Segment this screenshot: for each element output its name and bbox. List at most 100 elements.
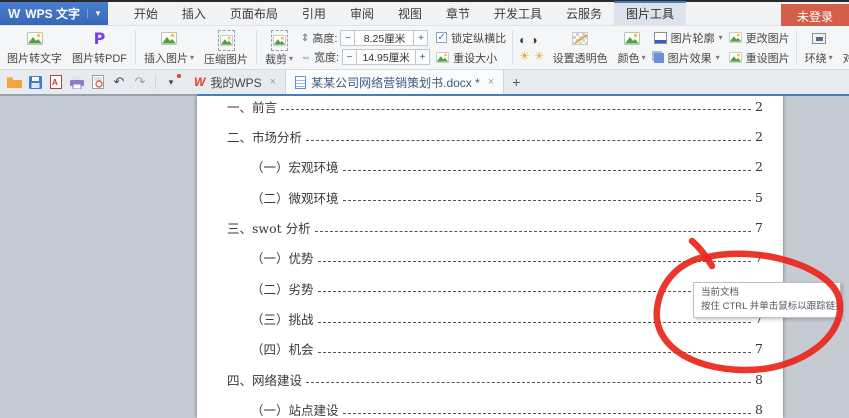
toc-label[interactable]: （二）微观环境 (251, 188, 339, 207)
document-canvas[interactable]: 一、前言2二、市场分析2（一）宏观环境2（二）微观环境5三、swot 分析7（一… (0, 96, 849, 418)
wps-app-button[interactable]: W WPS 文字 ▼ (0, 2, 108, 25)
crop-button[interactable]: 裁剪▾ (260, 26, 298, 69)
width-minus-button[interactable]: − (342, 49, 357, 65)
open-folder-icon[interactable] (6, 74, 22, 90)
color-button[interactable]: 颜色▾ (613, 26, 651, 69)
width-icon: ⇔ (301, 52, 311, 63)
toc-label[interactable]: 二、市场分析 (227, 127, 302, 146)
toc-page-number[interactable]: 5 (755, 190, 763, 205)
pic-to-pdf-button[interactable]: P 图片转PDF (67, 26, 132, 69)
reset-picture-label: 重设图片 (746, 50, 790, 66)
new-tab-button[interactable]: + (504, 70, 528, 94)
insert-picture-button[interactable]: 插入图片▾ (139, 26, 199, 69)
toc-dot-leader (318, 290, 752, 292)
chevron-down-icon[interactable]: ▼ (87, 9, 102, 18)
menu-tab-[interactable]: 视图 (386, 1, 434, 25)
close-icon[interactable]: × (488, 76, 494, 88)
toc-page-number[interactable]: 2 (755, 99, 763, 114)
wps-logo-icon: W (194, 75, 205, 89)
brightness-down-icon[interactable] (534, 49, 545, 63)
contrast-up-icon[interactable] (519, 33, 526, 47)
toc-row[interactable]: 二、市场分析 2 (197, 121, 783, 151)
height-plus-button[interactable]: + (413, 30, 428, 46)
toc-page-number[interactable]: 2 (755, 159, 763, 174)
menu-tab-[interactable]: 页面布局 (218, 1, 290, 25)
toc-label[interactable]: （二）劣势 (251, 279, 314, 298)
wrap-label: 环绕 (805, 50, 827, 66)
toc-row[interactable]: 一、前言 2 (197, 96, 783, 121)
close-icon[interactable]: × (270, 76, 276, 88)
picture-effects-button[interactable]: 图片效果 ▾ (654, 50, 723, 66)
insert-picture-label: 插入图片 (144, 50, 188, 66)
toc-page-number[interactable]: 7 (755, 341, 763, 356)
toc-label[interactable]: （三）挑战 (251, 309, 314, 328)
toc-label[interactable]: （一）优势 (251, 248, 314, 267)
menu-tab-[interactable]: 插入 (170, 1, 218, 25)
reset-picture-icon (729, 52, 742, 63)
toc-page-number[interactable]: 8 (755, 402, 763, 417)
menu-tab-[interactable]: 开发工具 (482, 1, 554, 25)
menu-tab-[interactable]: 开始 (122, 1, 170, 25)
width-plus-button[interactable]: + (415, 49, 430, 65)
menu-tab-[interactable]: 审阅 (338, 1, 386, 25)
toc-label[interactable]: （一）宏观环境 (251, 157, 339, 176)
reset-size-button[interactable]: 重设大小 (436, 50, 506, 66)
login-button[interactable]: 未登录 (781, 4, 849, 28)
picture-outline-button[interactable]: 图片轮廓 ▾ (654, 30, 723, 46)
divider (512, 30, 513, 65)
toc-page-number[interactable]: 2 (755, 129, 763, 144)
document-tab[interactable]: W我的WPS× (185, 70, 285, 94)
menu-tab-[interactable]: 云服务 (554, 1, 614, 25)
transparent-color-icon (572, 32, 588, 45)
print-preview-icon[interactable] (90, 74, 106, 90)
redo-icon[interactable] (132, 74, 148, 90)
toc-row[interactable]: （一）站点建设 8 (197, 394, 783, 418)
contrast-down-icon[interactable] (530, 33, 537, 47)
menu-tab-active[interactable]: 图片工具 (614, 1, 686, 25)
toc-row[interactable]: 三、swot 分析 7 (197, 212, 783, 242)
toc-label[interactable]: 四、网络建设 (227, 370, 302, 389)
wrap-button[interactable]: 环绕▾ (800, 26, 838, 69)
lock-aspect-checkbox[interactable]: ✓ 锁定纵横比 (436, 30, 506, 46)
reset-picture-button[interactable]: 重设图片 (729, 50, 790, 66)
toc-page-number[interactable]: 8 (755, 372, 763, 387)
width-value[interactable]: 14.95厘米 (357, 49, 415, 65)
toc-label[interactable]: 一、前言 (227, 97, 277, 116)
align-label: 对齐 (843, 50, 849, 66)
crop-icon (271, 30, 288, 51)
menu-tab-[interactable]: 引用 (290, 1, 338, 25)
brightness-up-icon[interactable] (519, 49, 530, 63)
toc-dot-leader (315, 230, 751, 232)
toc-row[interactable]: （二）微观环境 5 (197, 182, 783, 212)
document-page[interactable]: 一、前言2二、市场分析2（一）宏观环境2（二）微观环境5三、swot 分析7（一… (197, 96, 783, 418)
table-of-contents: 一、前言2二、市场分析2（一）宏观环境2（二）微观环境5三、swot 分析7（一… (197, 96, 783, 418)
toc-label[interactable]: （四）机会 (251, 339, 314, 358)
hyperlink-tooltip: 当前文档 按住 CTRL 并单击鼠标以跟踪链接 (693, 282, 841, 318)
sync-caret-icon[interactable] (163, 74, 179, 90)
chevron-down-icon: ▾ (642, 54, 646, 62)
undo-icon[interactable] (111, 74, 127, 90)
toc-page-number[interactable]: 7 (755, 220, 763, 235)
height-value[interactable]: 8.25厘米 (355, 30, 413, 46)
height-minus-button[interactable]: − (340, 30, 355, 46)
document-tab[interactable]: 某某公司网络营销策划书.docx *× (285, 70, 504, 94)
menu-tab-[interactable]: 章节 (434, 1, 482, 25)
print-icon[interactable] (69, 74, 85, 90)
export-pdf-icon[interactable]: A (48, 74, 64, 90)
toc-label[interactable]: （一）站点建设 (251, 400, 339, 418)
height-icon: ⇕ (301, 33, 309, 44)
align-button[interactable]: 对齐▾ (838, 26, 849, 69)
toc-row[interactable]: （一）优势 7 (197, 243, 783, 273)
toc-label[interactable]: 三、swot 分析 (227, 218, 311, 237)
toc-row[interactable]: 四、网络建设 8 (197, 364, 783, 394)
toc-dot-leader (343, 412, 752, 414)
checkbox-checked-icon[interactable]: ✓ (436, 32, 447, 43)
compress-picture-button[interactable]: 压缩图片 (199, 26, 253, 69)
change-picture-button[interactable]: 更改图片 (729, 30, 790, 46)
toc-row[interactable]: （四）机会 7 (197, 334, 783, 364)
toc-row[interactable]: （一）宏观环境 2 (197, 152, 783, 182)
pic-to-text-button[interactable]: 图片转文字 (2, 26, 67, 69)
set-transparent-button[interactable]: 设置透明色 (548, 26, 613, 69)
toc-page-number[interactable]: 7 (755, 250, 763, 265)
save-icon[interactable] (27, 74, 43, 90)
